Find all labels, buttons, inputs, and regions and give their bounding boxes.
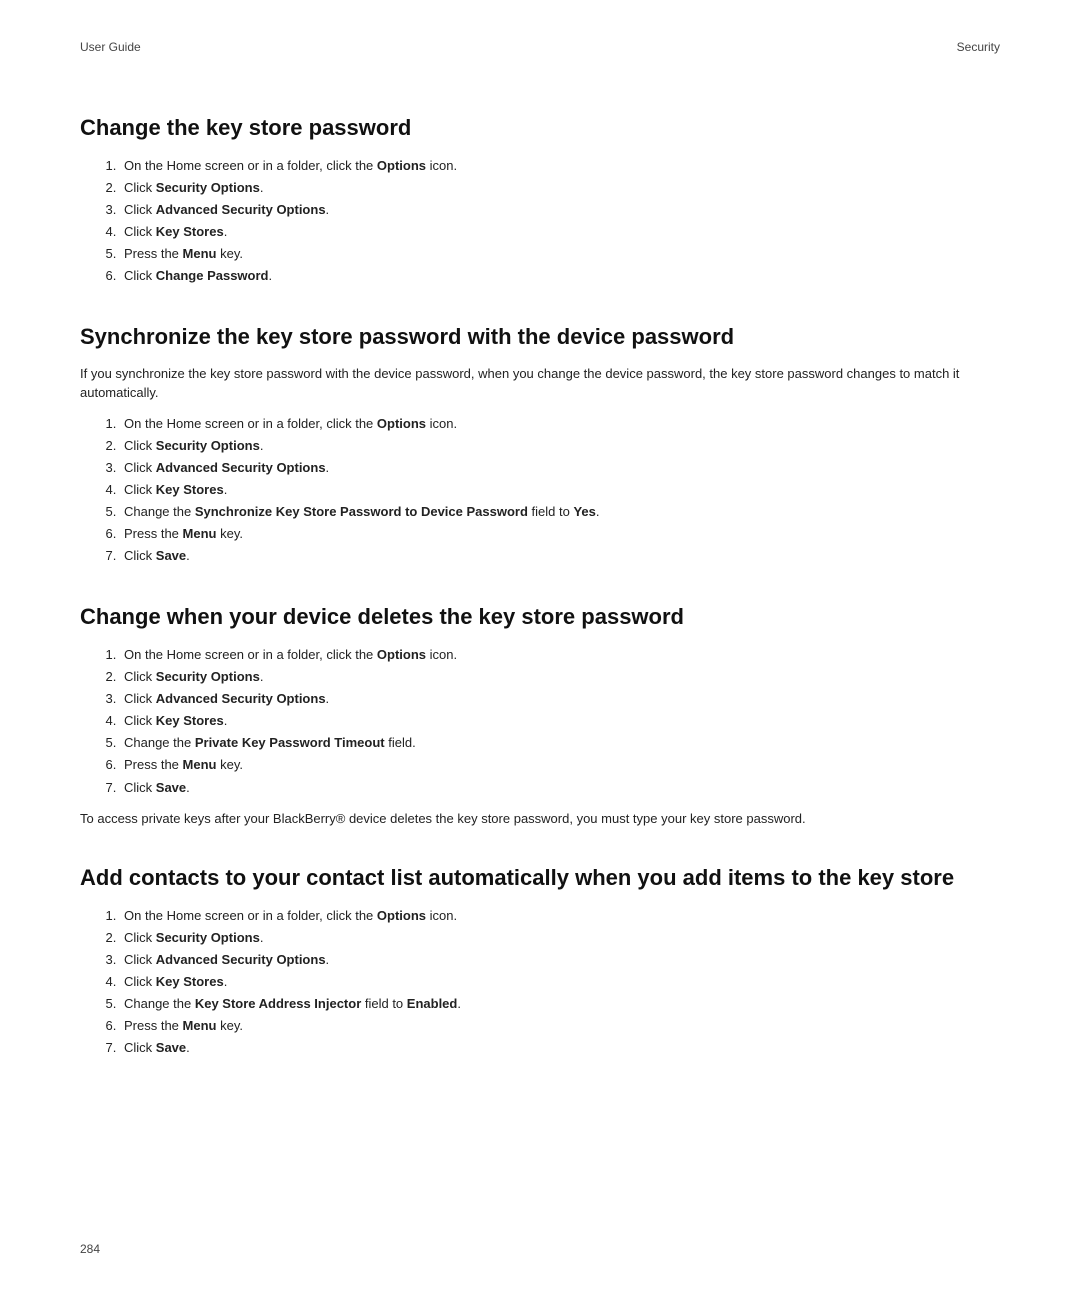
section-note-change-when-device-deletes: To access private keys after your BlackB… bbox=[80, 809, 1000, 829]
section-add-contacts-key-store: Add contacts to your contact list automa… bbox=[80, 864, 1000, 1059]
step-item: Click Security Options. bbox=[120, 435, 1000, 457]
step-item: On the Home screen or in a folder, click… bbox=[120, 413, 1000, 435]
step-item: Click Advanced Security Options. bbox=[120, 457, 1000, 479]
step-item: Click Save. bbox=[120, 545, 1000, 567]
step-item: Click Security Options. bbox=[120, 666, 1000, 688]
step-item: Press the Menu key. bbox=[120, 754, 1000, 776]
steps-list-synchronize-key-store-password: On the Home screen or in a folder, click… bbox=[110, 413, 1000, 568]
step-item: Press the Menu key. bbox=[120, 1015, 1000, 1037]
step-bold: Options bbox=[377, 416, 426, 431]
step-bold: Security Options bbox=[156, 669, 260, 684]
step-bold: Private Key Password Timeout bbox=[195, 735, 385, 750]
step-bold2: Enabled bbox=[407, 996, 458, 1011]
step-item: Click Security Options. bbox=[120, 927, 1000, 949]
step-item: Click Key Stores. bbox=[120, 479, 1000, 501]
sections-container: Change the key store password On the Home… bbox=[80, 114, 1000, 1059]
step-bold: Synchronize Key Store Password to Device… bbox=[195, 504, 528, 519]
step-bold: Security Options bbox=[156, 180, 260, 195]
step-item: Click Save. bbox=[120, 1037, 1000, 1059]
step-bold: Save bbox=[156, 548, 186, 563]
step-bold: Options bbox=[377, 908, 426, 923]
section-title-synchronize-key-store-password: Synchronize the key store password with … bbox=[80, 323, 1000, 352]
step-bold: Save bbox=[156, 1040, 186, 1055]
page: User Guide Security Change the key store… bbox=[0, 0, 1080, 1296]
step-bold: Key Stores bbox=[156, 224, 224, 239]
step-bold: Menu bbox=[183, 526, 217, 541]
step-bold: Advanced Security Options bbox=[156, 952, 326, 967]
step-item: Click Save. bbox=[120, 777, 1000, 799]
step-bold: Key Stores bbox=[156, 713, 224, 728]
step-item: Press the Menu key. bbox=[120, 523, 1000, 545]
header-right: Security bbox=[957, 40, 1000, 54]
steps-list-add-contacts-key-store: On the Home screen or in a folder, click… bbox=[110, 905, 1000, 1060]
section-synchronize-key-store-password: Synchronize the key store password with … bbox=[80, 323, 1000, 567]
step-bold: Key Stores bbox=[156, 974, 224, 989]
page-header: User Guide Security bbox=[80, 40, 1000, 54]
step-bold: Menu bbox=[183, 246, 217, 261]
step-item: On the Home screen or in a folder, click… bbox=[120, 905, 1000, 927]
page-footer: 284 bbox=[80, 1242, 100, 1256]
step-item: Click Key Stores. bbox=[120, 971, 1000, 993]
step-item: Click Key Stores. bbox=[120, 710, 1000, 732]
step-bold: Menu bbox=[183, 1018, 217, 1033]
steps-list-change-when-device-deletes: On the Home screen or in a folder, click… bbox=[110, 644, 1000, 799]
step-item: On the Home screen or in a folder, click… bbox=[120, 155, 1000, 177]
step-bold: Key Store Address Injector bbox=[195, 996, 361, 1011]
section-change-when-device-deletes: Change when your device deletes the key … bbox=[80, 603, 1000, 828]
step-bold: Options bbox=[377, 647, 426, 662]
step-item: Click Key Stores. bbox=[120, 221, 1000, 243]
section-title-change-key-store-password: Change the key store password bbox=[80, 114, 1000, 143]
step-item: Click Security Options. bbox=[120, 177, 1000, 199]
step-bold: Advanced Security Options bbox=[156, 202, 326, 217]
step-item: Click Advanced Security Options. bbox=[120, 688, 1000, 710]
step-item: Click Advanced Security Options. bbox=[120, 199, 1000, 221]
steps-list-change-key-store-password: On the Home screen or in a folder, click… bbox=[110, 155, 1000, 288]
step-bold: Options bbox=[377, 158, 426, 173]
step-bold: Save bbox=[156, 780, 186, 795]
section-title-change-when-device-deletes: Change when your device deletes the key … bbox=[80, 603, 1000, 632]
section-change-key-store-password: Change the key store password On the Home… bbox=[80, 114, 1000, 287]
step-bold: Menu bbox=[183, 757, 217, 772]
section-intro-synchronize-key-store-password: If you synchronize the key store passwor… bbox=[80, 364, 1000, 403]
step-item: Change the Key Store Address Injector fi… bbox=[120, 993, 1000, 1015]
step-item: Click Change Password. bbox=[120, 265, 1000, 287]
page-number: 284 bbox=[80, 1242, 100, 1256]
step-bold: Advanced Security Options bbox=[156, 460, 326, 475]
step-bold: Advanced Security Options bbox=[156, 691, 326, 706]
step-bold: Security Options bbox=[156, 930, 260, 945]
step-item: Change the Synchronize Key Store Passwor… bbox=[120, 501, 1000, 523]
step-item: On the Home screen or in a folder, click… bbox=[120, 644, 1000, 666]
step-item: Press the Menu key. bbox=[120, 243, 1000, 265]
step-bold: Key Stores bbox=[156, 482, 224, 497]
section-title-add-contacts-key-store: Add contacts to your contact list automa… bbox=[80, 864, 1000, 893]
step-bold2: Yes bbox=[573, 504, 595, 519]
step-item: Change the Private Key Password Timeout … bbox=[120, 732, 1000, 754]
step-bold: Security Options bbox=[156, 438, 260, 453]
step-item: Click Advanced Security Options. bbox=[120, 949, 1000, 971]
step-bold: Change Password bbox=[156, 268, 269, 283]
header-left: User Guide bbox=[80, 40, 141, 54]
